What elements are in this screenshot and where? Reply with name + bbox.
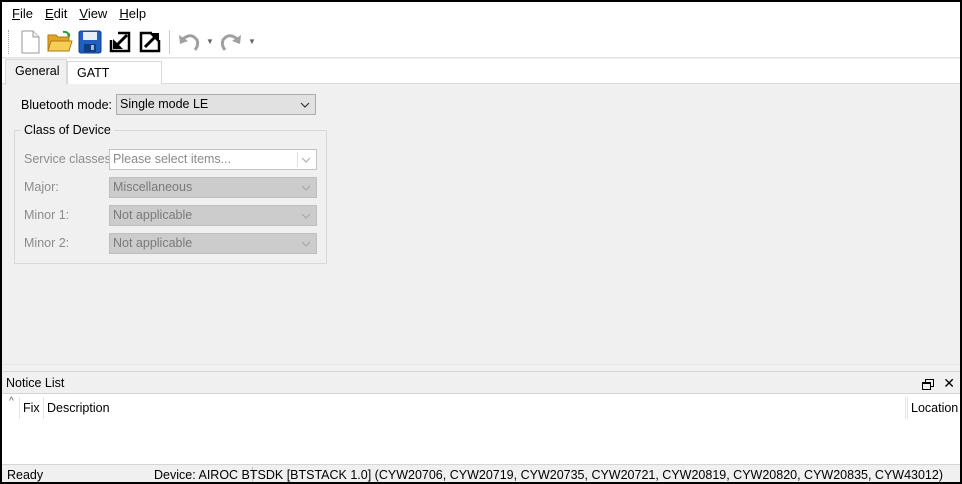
app-window: File Edit View Help ▼ ▼ General GATT Blu… — [0, 0, 962, 484]
menu-bar: File Edit View Help — [2, 2, 960, 26]
open-folder-icon — [47, 30, 73, 51]
bluetooth-mode-label: Bluetooth mode: — [21, 98, 113, 112]
minor-2-value: Not applicable — [113, 236, 193, 250]
open-button[interactable] — [45, 28, 75, 56]
class-of-device-group: Class of Device Service classes: Please … — [14, 122, 327, 264]
chevron-down-icon — [299, 178, 313, 197]
import-button[interactable] — [105, 28, 135, 56]
close-icon[interactable]: ✕ — [943, 373, 955, 393]
major-select[interactable]: Miscellaneous — [109, 177, 317, 198]
import-icon — [109, 31, 131, 52]
menu-help[interactable]: Help — [113, 4, 152, 24]
toolbar-separator — [169, 29, 170, 54]
service-classes-select[interactable]: Please select items... — [109, 149, 317, 170]
tab-general[interactable]: General — [5, 59, 67, 85]
column-header-location[interactable]: Location — [907, 397, 960, 419]
sort-indicator-icon[interactable]: ^ — [6, 397, 20, 419]
redo-icon — [220, 33, 241, 51]
status-device-info: Device: AIROC BTSDK [BTSTACK 1.0] (CYW20… — [154, 468, 943, 482]
notice-list-header: Notice List ✕ — [2, 371, 960, 394]
toolbar: ▼ ▼ — [2, 26, 960, 58]
bluetooth-mode-select[interactable]: Single mode LE — [116, 94, 316, 115]
tab-strip: General GATT Settings — [2, 59, 960, 102]
toolbar-grip[interactable] — [8, 29, 11, 54]
combo-divider — [297, 152, 298, 167]
column-header-description[interactable]: Description — [44, 397, 906, 419]
class-of-device-legend: Class of Device — [21, 122, 114, 138]
restore-window-icon[interactable] — [922, 376, 936, 390]
panel-splitter[interactable] — [2, 364, 960, 371]
minor-1-value: Not applicable — [113, 208, 193, 222]
minor-2-select[interactable]: Not applicable — [109, 233, 317, 254]
redo-dropdown-chevron-icon[interactable]: ▼ — [246, 28, 258, 56]
status-ready: Ready — [7, 468, 44, 482]
new-document-button[interactable] — [15, 28, 45, 56]
chevron-down-icon — [298, 95, 312, 114]
minor-1-select[interactable]: Not applicable — [109, 205, 317, 226]
chevron-down-icon — [299, 150, 313, 169]
save-button[interactable] — [75, 28, 105, 56]
export-icon — [139, 31, 161, 52]
menu-edit[interactable]: Edit — [39, 4, 73, 24]
minor-2-label: Minor 2: — [24, 236, 70, 250]
bluetooth-mode-value: Single mode LE — [120, 97, 209, 111]
menu-view[interactable]: View — [73, 4, 113, 24]
undo-icon — [179, 33, 200, 51]
minor-1-label: Minor 1: — [24, 208, 70, 222]
export-button[interactable] — [135, 28, 165, 56]
new-document-icon — [21, 30, 40, 53]
status-bar: Ready Device: AIROC BTSDK [BTSTACK 1.0] … — [2, 464, 960, 482]
chevron-down-icon — [299, 234, 313, 253]
tab-gatt-settings[interactable]: GATT Settings — [67, 61, 162, 102]
major-label: Major: — [24, 180, 59, 194]
save-icon — [78, 30, 102, 53]
chevron-down-icon — [299, 206, 313, 225]
undo-dropdown-chevron-icon[interactable]: ▼ — [204, 28, 216, 56]
menu-file[interactable]: File — [6, 4, 39, 24]
notice-list-title: Notice List — [6, 376, 65, 390]
general-panel: Bluetooth mode: Single mode LE Class of … — [2, 84, 960, 364]
undo-button[interactable] — [174, 28, 204, 56]
service-classes-placeholder: Please select items... — [113, 152, 232, 166]
redo-button[interactable] — [216, 28, 246, 56]
major-value: Miscellaneous — [113, 180, 193, 194]
notice-list-table: ^ Fix Description Location — [2, 394, 960, 464]
service-classes-label: Service classes: — [24, 152, 115, 166]
column-header-fix[interactable]: Fix — [20, 397, 44, 419]
